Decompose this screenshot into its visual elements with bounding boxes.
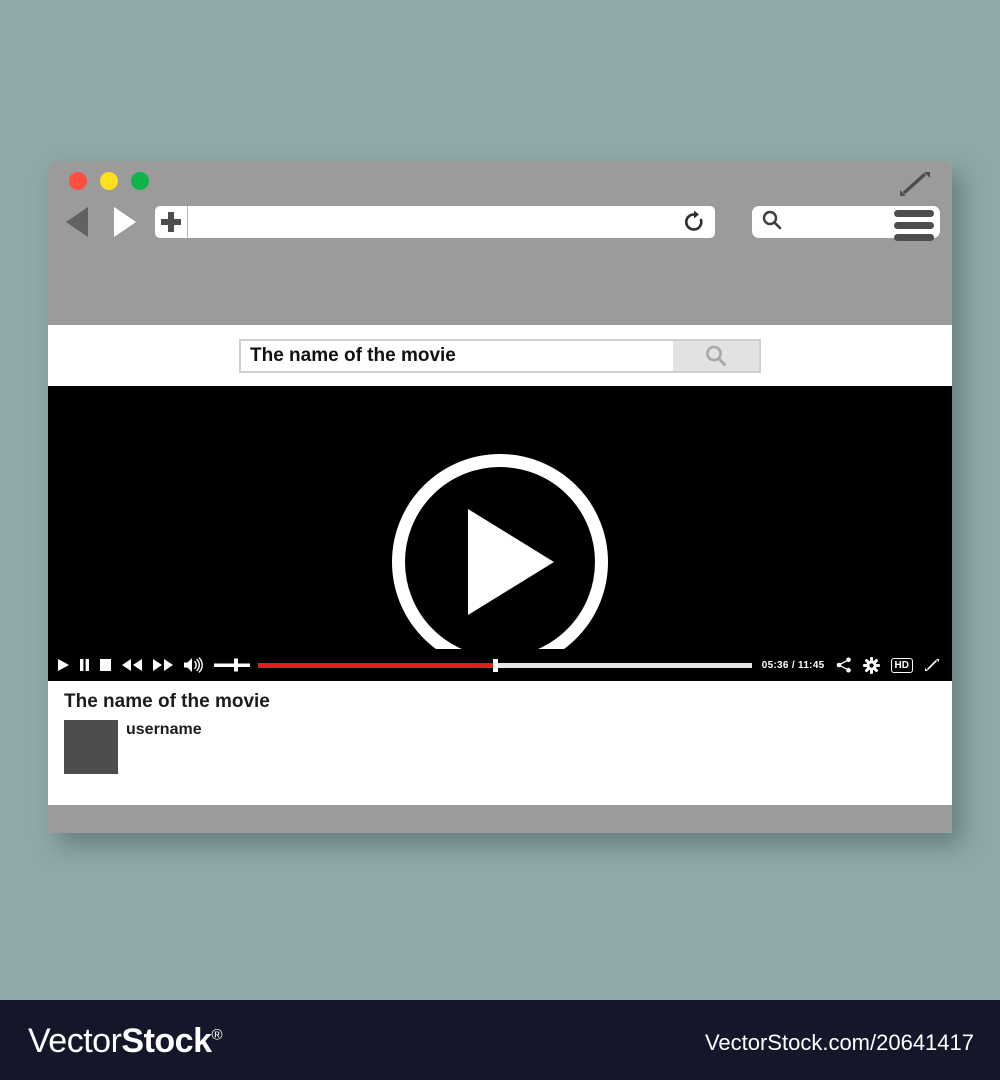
player-control-bar: 05:36 / 11:45 HD	[48, 649, 952, 681]
rewind-icon[interactable]	[121, 658, 143, 672]
browser-chrome	[48, 161, 971, 325]
avatar[interactable]	[64, 720, 118, 774]
site-search-button[interactable]	[673, 340, 759, 371]
play-triangle-icon	[468, 508, 554, 615]
browser-window: 05:36 / 11:45	[48, 161, 971, 833]
plus-icon	[161, 212, 181, 232]
site-search-box[interactable]	[239, 338, 761, 373]
close-window-button[interactable]	[69, 172, 87, 190]
window-footer	[48, 805, 952, 833]
volume-icon[interactable]	[183, 657, 205, 673]
traffic-lights	[69, 172, 149, 190]
watermark-url: VectorStock.com/20641417	[704, 1030, 974, 1055]
reload-icon[interactable]	[673, 206, 715, 238]
progress-bar[interactable]	[258, 649, 752, 681]
stop-icon[interactable]	[99, 658, 112, 672]
address-bar[interactable]	[155, 206, 715, 238]
maximize-window-button[interactable]	[131, 172, 149, 190]
toolbar-search-input[interactable]	[783, 214, 971, 230]
site-search-input[interactable]	[241, 340, 673, 371]
share-icon[interactable]	[836, 657, 852, 673]
logo-thin-part: Vector	[28, 1022, 122, 1060]
pause-icon[interactable]	[79, 658, 90, 672]
resize-arrows-icon[interactable]	[898, 169, 932, 204]
minimize-window-button[interactable]	[100, 172, 118, 190]
registered-mark-icon: ®	[211, 1026, 223, 1044]
hd-quality-badge[interactable]: HD	[890, 657, 913, 673]
site-search-row	[48, 325, 952, 386]
right-controls: 05:36 / 11:45 HD	[761, 656, 940, 674]
forward-button[interactable]	[114, 207, 136, 237]
progress-played	[258, 662, 495, 668]
volume-slider[interactable]	[214, 657, 250, 673]
watermark-bar: VectorStock® VectorStock.com/20641417	[0, 1000, 1000, 1080]
video-info-panel: The name of the movie username	[48, 681, 952, 805]
menu-bar	[894, 210, 934, 217]
menu-bar	[894, 234, 934, 241]
play-icon[interactable]	[57, 658, 70, 672]
username-label[interactable]: username	[126, 721, 202, 739]
url-input[interactable]	[188, 208, 673, 236]
back-button[interactable]	[66, 207, 88, 237]
fast-forward-icon[interactable]	[152, 658, 174, 672]
movie-title: The name of the movie	[64, 691, 270, 712]
progress-handle[interactable]	[492, 658, 498, 672]
vectorstock-logo: VectorStock®	[28, 1022, 223, 1061]
search-icon	[761, 209, 783, 236]
new-tab-button[interactable]	[155, 206, 188, 238]
gear-icon[interactable]	[862, 656, 880, 674]
hamburger-menu-icon[interactable]	[894, 210, 934, 246]
progress-track[interactable]	[258, 658, 752, 672]
menu-bar	[894, 222, 934, 229]
fullscreen-icon[interactable]	[924, 657, 940, 673]
left-controls	[57, 657, 250, 673]
big-play-button[interactable]	[392, 453, 608, 670]
time-display: 05:36 / 11:45	[761, 659, 825, 671]
logo-bold-part: Stock	[121, 1022, 212, 1060]
